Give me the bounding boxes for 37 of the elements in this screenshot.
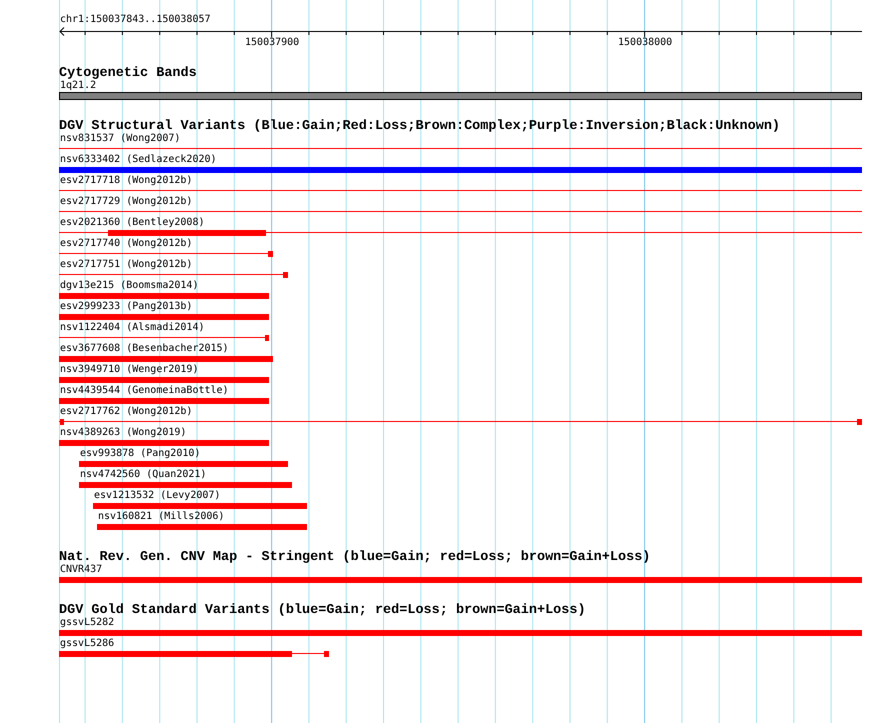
feature-label: CNVR437 [60,564,102,575]
feature-label: nsv4389263 (Wong2019) [60,427,186,438]
feature-label: esv2999233 (Pang2013b) [60,301,192,312]
feature-label: esv2717762 (Wong2012b) [60,406,192,417]
feature-label: dgv13e215 (Boomsma2014) [60,280,198,291]
variant-feature[interactable] [59,230,862,236]
variant-feature[interactable] [59,335,269,341]
feature-label: esv1213532 (Levy2007) [94,490,220,501]
feature-label: nsv3949710 (Wenger2019) [60,364,198,375]
feature-label: nsv1122404 (Alsmadi2014) [60,322,204,333]
feature-label: nsv4439544 (GenomeinaBottle) [60,385,229,396]
feature-label: nsv6333402 (Sedlazeck2020) [60,154,217,165]
variant-feature[interactable] [59,651,329,657]
feature-label: nsv160821 (Mills2006) [98,511,224,522]
cytoband-bar[interactable] [59,92,862,100]
feature-label: esv2717751 (Wong2012b) [60,259,192,270]
track-title: DGV Structural Variants (Blue:Gain;Red:Loss;Brown:Complex;Purple:Inversion;Black:Unknown) [59,120,780,133]
track-title: Nat. Rev. Gen. CNV Map - Stringent (blue=Gain; red=Loss; brown=Gain+Loss) [59,551,650,564]
ruler-tick-label: 150038000 [618,37,672,48]
variant-feature[interactable] [59,251,273,257]
feature-label: esv2717729 (Wong2012b) [60,196,192,207]
feature-label: gssvL5282 [60,617,114,628]
feature-label: esv3677608 (Besenbacher2015) [60,343,229,354]
feature-label: nsv4742560 (Quan2021) [80,469,206,480]
track-title: Cytogenetic Bands [59,67,197,80]
feature-label: 1q21.2 [60,80,96,91]
ruler-tick-label: 150037900 [245,37,300,48]
feature-label: esv993878 (Pang2010) [80,448,200,459]
feature-label: esv2021360 (Bentley2008) [60,217,204,228]
feature-label: esv2717718 (Wong2012b) [60,175,192,186]
track-title: DGV Gold Standard Variants (blue=Gain; red=Loss; brown=Gain+Loss) [59,604,586,617]
feature-label: nsv831537 (Wong2007) [60,133,180,144]
variant-feature[interactable] [59,419,862,425]
variant-feature[interactable] [59,272,288,278]
feature-label: gssvL5286 [60,638,114,649]
location-label: chr1:150037843..150038057 [60,14,211,25]
feature-label: esv2717740 (Wong2012b) [60,238,192,249]
